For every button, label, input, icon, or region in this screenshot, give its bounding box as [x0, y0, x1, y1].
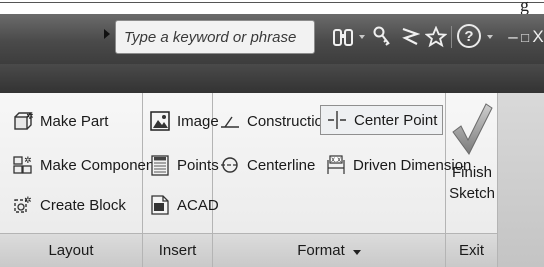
panel-exit-title: Exit — [446, 233, 497, 267]
acad-button[interactable]: ACAD — [149, 191, 219, 219]
search-input[interactable] — [116, 21, 314, 53]
create-block-button[interactable]: ✲ Create Block — [12, 191, 126, 219]
help-icon[interactable]: ? — [457, 24, 481, 48]
make-components-icon: ✲ — [12, 154, 34, 176]
finish-sketch-label: Finish Sketch — [449, 162, 495, 204]
panel-layout-label: Layout — [48, 242, 94, 259]
panel-format-title[interactable]: Format — [213, 233, 445, 267]
panel-layout: ✲ Make Part ✲ Make Components ✲ Create B… — [0, 93, 166, 267]
make-part-icon: ✲ — [12, 110, 34, 132]
minimize-button[interactable]: – — [507, 22, 519, 52]
key-icon[interactable] — [370, 22, 394, 52]
center-point-icon — [326, 109, 348, 131]
svg-text:✲: ✲ — [24, 196, 32, 206]
star-icon[interactable] — [423, 22, 449, 52]
centerline-label: Centerline — [247, 156, 316, 174]
titlebar-separator — [451, 26, 452, 48]
center-point-label: Center Point — [354, 111, 438, 129]
panel-insert-title: Insert — [143, 233, 212, 267]
binoculars-icon[interactable] — [330, 22, 356, 52]
create-block-icon: ✲ — [12, 194, 34, 216]
svg-text:✲: ✲ — [26, 112, 34, 122]
search-options-dropdown-icon[interactable] — [359, 35, 365, 39]
points-icon — [149, 154, 171, 176]
panel-format-label: Format — [297, 242, 345, 259]
image-button[interactable]: Image — [149, 107, 219, 135]
panel-insert: Image Points ACAD Insert — [143, 93, 219, 267]
checkmark-icon — [452, 103, 493, 155]
close-button[interactable]: X — [532, 22, 544, 52]
finish-sketch-button[interactable]: Finish Sketch — [447, 100, 497, 228]
satellite-icon[interactable] — [398, 22, 422, 52]
make-part-label: Make Part — [40, 112, 109, 130]
finish-line-2: Sketch — [449, 185, 495, 202]
help-dropdown-icon[interactable] — [487, 35, 493, 39]
construction-icon — [219, 110, 241, 132]
panel-insert-label: Insert — [158, 242, 197, 259]
satellite-glyph — [402, 27, 420, 45]
ribbon-empty-area — [498, 93, 544, 267]
center-point-button[interactable]: Center Point — [320, 105, 444, 135]
window-edge — [0, 2, 544, 3]
chevron-down-icon[interactable] — [352, 249, 361, 255]
maximize-button[interactable]: □ — [519, 22, 531, 52]
construction-button[interactable]: Construction — [219, 107, 331, 135]
make-part-button[interactable]: ✲ Make Part — [12, 107, 108, 135]
panel-layout-title: Layout — [0, 233, 142, 267]
image-icon — [149, 110, 171, 132]
search-box[interactable] — [115, 20, 315, 54]
driven-dimension-icon: X.X — [325, 154, 347, 176]
centerline-icon — [219, 154, 241, 176]
search-expand-arrow-icon[interactable] — [104, 29, 110, 39]
panel-exit-label: Exit — [458, 242, 484, 259]
ribbon-tab-bar — [0, 64, 544, 93]
svg-text:✲: ✲ — [24, 156, 32, 166]
top-strip: g — [0, 0, 544, 15]
points-button[interactable]: Points — [149, 151, 219, 179]
svg-text:X.X: X.X — [331, 157, 341, 164]
binoculars-glyph — [333, 29, 353, 46]
star-glyph — [425, 26, 447, 48]
construction-label: Construction — [247, 112, 332, 130]
acad-icon — [149, 194, 171, 216]
key-glyph — [373, 26, 390, 46]
panel-format: Construction Center Point Centerline X.X — [213, 93, 471, 267]
finish-line-1: Finish — [451, 164, 492, 181]
centerline-button[interactable]: Centerline — [219, 151, 315, 179]
create-block-label: Create Block — [40, 196, 126, 214]
